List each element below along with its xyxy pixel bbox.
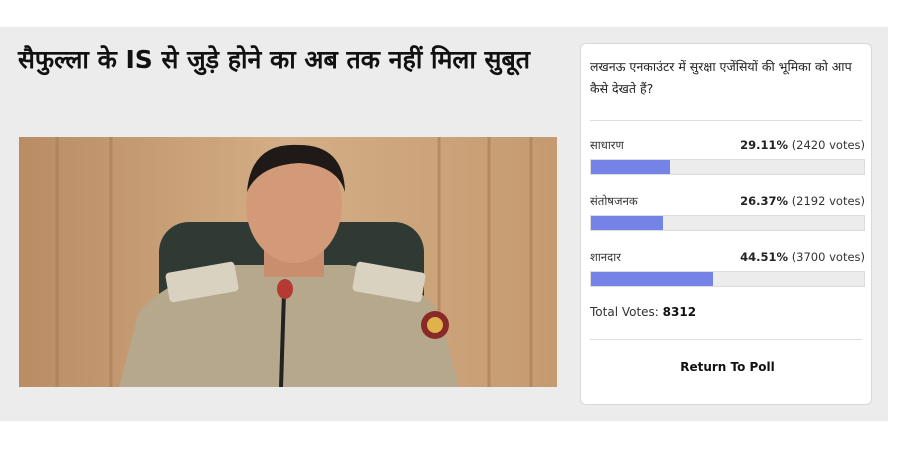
article-headline[interactable]: सैफुल्ला के IS से जुड़े होने का अब तक नह…	[18, 40, 558, 80]
article-photo[interactable]	[19, 137, 557, 387]
poll-option-stats: 26.37% (2192 votes)	[740, 194, 865, 208]
poll-option: संतोषजनक 26.37% (2192 votes)	[590, 194, 865, 234]
poll-option-label: शानदार	[590, 250, 621, 264]
poll-option-percent: 44.51%	[740, 250, 789, 264]
poll-option-label: संतोषजनक	[590, 194, 638, 208]
poll-question: लखनऊ एनकाउंटर में सुरक्षा एजेंसियों की भ…	[590, 59, 852, 96]
total-votes-value: 8312	[662, 305, 697, 319]
poll-option-percent: 29.11%	[740, 138, 789, 152]
poll-option-stats: 44.51% (3700 votes)	[740, 250, 865, 264]
poll-option: शानदार 44.51% (3700 votes)	[590, 250, 865, 290]
poll-option-bar	[590, 271, 865, 287]
poll-widget: लखनऊ एनकाउंटर में सुरक्षा एजेंसियों की भ…	[580, 43, 872, 405]
poll-option-votes: (3700 votes)	[791, 250, 865, 264]
total-votes: Total Votes: 8312	[590, 305, 696, 319]
poll-option-stats: 29.11% (2420 votes)	[740, 138, 865, 152]
poll-option-votes: (2192 votes)	[791, 194, 865, 208]
poll-option-bar-fill	[591, 272, 713, 286]
poll-option: साधारण 29.11% (2420 votes)	[590, 138, 865, 178]
poll-divider	[590, 120, 862, 121]
poll-option-label: साधारण	[590, 138, 624, 152]
poll-option-bar-fill	[591, 216, 663, 230]
total-votes-label: Total Votes:	[590, 305, 659, 319]
return-to-poll-button[interactable]: Return To Poll	[590, 360, 865, 374]
poll-option-votes: (2420 votes)	[791, 138, 865, 152]
poll-option-bar	[590, 159, 865, 175]
poll-option-percent: 26.37%	[740, 194, 789, 208]
poll-option-bar-fill	[591, 160, 671, 174]
poll-option-bar	[590, 215, 865, 231]
poll-divider	[590, 339, 862, 340]
